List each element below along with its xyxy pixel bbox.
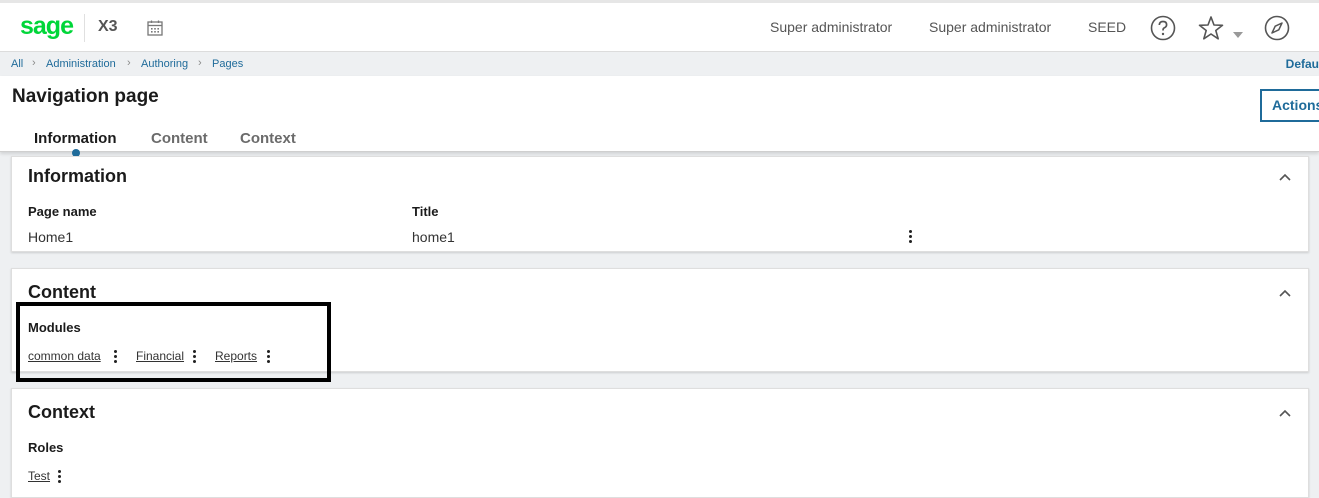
kebab-menu-icon[interactable] bbox=[909, 230, 913, 244]
page-name-value: Home1 bbox=[28, 229, 74, 245]
calendar-icon[interactable] bbox=[146, 19, 164, 37]
kebab-menu-icon[interactable] bbox=[114, 350, 118, 364]
section-title: Information bbox=[28, 166, 127, 186]
role-menu-link[interactable]: Super administrator bbox=[929, 19, 1051, 35]
chevron-right-icon: › bbox=[127, 57, 131, 69]
logo-divider bbox=[84, 14, 85, 42]
section-title: Context bbox=[28, 402, 95, 422]
chevron-up-icon[interactable] bbox=[1278, 172, 1292, 182]
kebab-menu-icon[interactable] bbox=[193, 350, 197, 364]
compass-icon[interactable] bbox=[1263, 14, 1291, 42]
modules-label: Modules bbox=[28, 320, 81, 335]
title-value: home1 bbox=[412, 229, 455, 245]
page-title: Navigation page bbox=[12, 86, 159, 107]
chevron-up-icon[interactable] bbox=[1278, 288, 1292, 298]
user-menu-link[interactable]: Super administrator bbox=[770, 19, 892, 35]
breadcrumb: All › Administration › Authoring › Pages… bbox=[0, 52, 1319, 76]
tab-information[interactable]: Information bbox=[34, 130, 117, 147]
module-chip-financial[interactable]: Financial bbox=[136, 349, 184, 363]
breadcrumb-administration[interactable]: Administration bbox=[46, 58, 116, 70]
kebab-menu-icon[interactable] bbox=[58, 470, 62, 484]
breadcrumb-pages[interactable]: Pages bbox=[212, 58, 243, 70]
help-icon[interactable] bbox=[1149, 14, 1177, 42]
page-header: Navigation page Actions Information Cont… bbox=[0, 76, 1319, 157]
tab-content[interactable]: Content bbox=[151, 130, 208, 147]
module-chip-reports[interactable]: Reports bbox=[215, 349, 257, 363]
section-title: Content bbox=[28, 282, 96, 302]
sage-logo[interactable]: sage bbox=[20, 12, 74, 41]
context-section: Context Roles Test bbox=[11, 388, 1309, 498]
chevron-up-icon[interactable] bbox=[1278, 408, 1292, 418]
tab-context[interactable]: Context bbox=[240, 130, 296, 147]
breadcrumb-authoring[interactable]: Authoring bbox=[141, 58, 188, 70]
role-chip-test[interactable]: Test bbox=[28, 469, 50, 483]
actions-button[interactable]: Actions bbox=[1260, 89, 1319, 122]
chevron-down-icon[interactable] bbox=[1233, 32, 1243, 38]
breadcrumb-all[interactable]: All bbox=[11, 58, 23, 70]
content-section: Content Modules common data Financial Re… bbox=[11, 268, 1309, 372]
star-icon[interactable] bbox=[1197, 14, 1225, 42]
default-link[interactable]: Defau bbox=[1286, 57, 1319, 71]
top-bar: sage X3 Super administrator Super admini… bbox=[0, 0, 1319, 52]
information-section: Information Page name Home1 Title home1 bbox=[11, 156, 1309, 252]
roles-label: Roles bbox=[28, 440, 64, 455]
title-label: Title bbox=[412, 204, 439, 219]
product-name: X3 bbox=[98, 18, 118, 35]
folder-link[interactable]: SEED bbox=[1088, 19, 1126, 35]
kebab-menu-icon[interactable] bbox=[267, 350, 271, 364]
chevron-right-icon: › bbox=[32, 57, 36, 69]
module-chip-common-data[interactable]: common data bbox=[28, 349, 101, 363]
page-name-label: Page name bbox=[28, 204, 97, 219]
chevron-right-icon: › bbox=[198, 57, 202, 69]
